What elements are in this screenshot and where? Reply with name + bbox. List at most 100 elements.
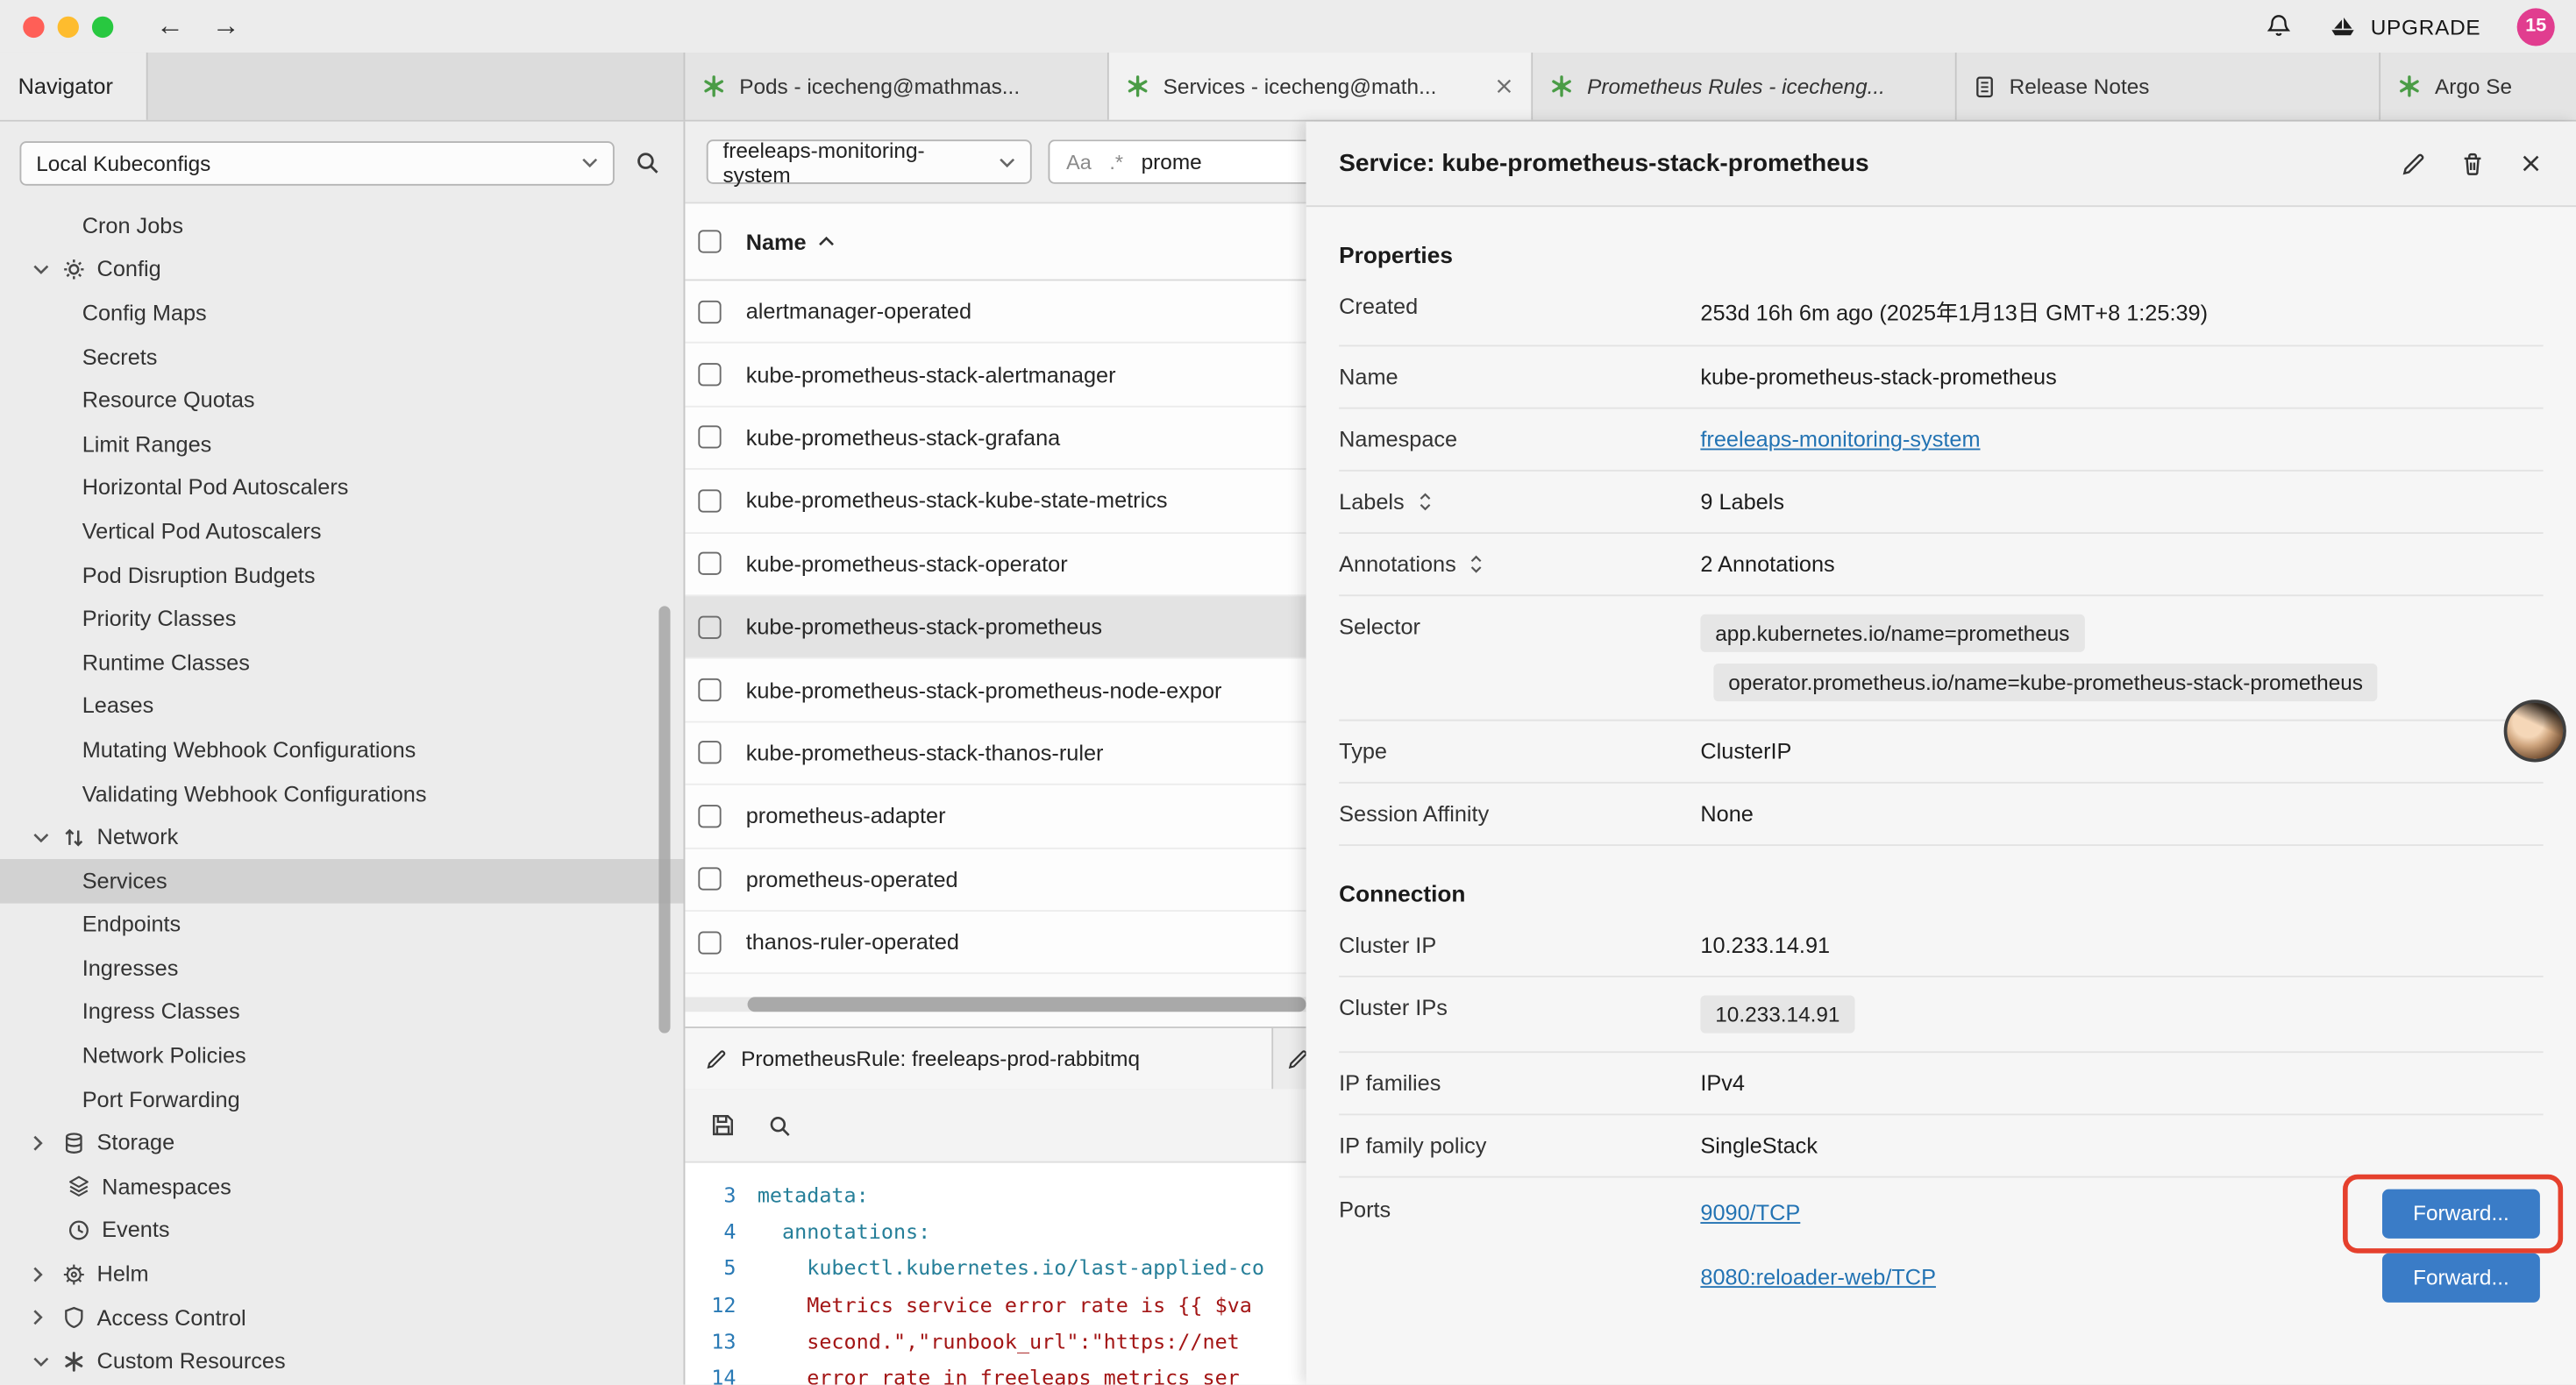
row-checkbox[interactable] xyxy=(698,678,721,701)
sidebar-item-ingresses[interactable]: Ingresses xyxy=(0,946,684,990)
notifications-bell-icon[interactable] xyxy=(2266,13,2292,39)
sidebar-item-cron-jobs[interactable]: Cron Jobs xyxy=(0,203,684,247)
chevron-down-icon[interactable] xyxy=(32,264,51,273)
port-link[interactable]: 9090/TCP xyxy=(1700,1201,1800,1225)
row-checkbox[interactable] xyxy=(698,742,721,764)
row-checkbox[interactable] xyxy=(698,489,721,512)
table-row[interactable]: kube-prometheus-stack-prometheus xyxy=(685,596,1306,659)
tab-pods-icecheng-mathmas[interactable]: Pods - icecheng@mathmas... xyxy=(685,53,1108,120)
sidebar-item-storage[interactable]: Storage xyxy=(0,1121,684,1165)
table-row[interactable]: thanos-ruler-operated xyxy=(685,912,1306,975)
port-link[interactable]: 8080:reloader-web/TCP xyxy=(1700,1265,1936,1289)
list-search-input[interactable]: Aa .* prome xyxy=(1048,139,1306,184)
kubeconfig-selector[interactable]: Local Kubeconfigs xyxy=(19,140,614,185)
namespace-filter[interactable]: freeleaps-monitoring-system xyxy=(707,139,1032,184)
navigator-panel-tab[interactable]: Navigator xyxy=(0,53,148,120)
column-header-name[interactable]: Name xyxy=(746,229,835,253)
dock-tab-prometheusrule[interactable]: PrometheusRule: freeleaps-prod-rabbitmq xyxy=(685,1028,1273,1089)
sidebar-item-namespaces[interactable]: Namespaces xyxy=(0,1165,684,1209)
sidebar-item-priority-classes[interactable]: Priority Classes xyxy=(0,597,684,641)
table-row[interactable]: kube-prometheus-stack-operator xyxy=(685,533,1306,596)
sidebar-item-leases[interactable]: Leases xyxy=(0,684,684,728)
select-all-checkbox[interactable] xyxy=(698,230,721,252)
sidebar-item-vertical-pod-autoscalers[interactable]: Vertical Pod Autoscalers xyxy=(0,509,684,553)
chevron-right-icon[interactable] xyxy=(32,1266,51,1282)
table-row[interactable]: prometheus-adapter xyxy=(685,785,1306,849)
sidebar-item-events[interactable]: Events xyxy=(0,1208,684,1252)
row-checkbox[interactable] xyxy=(698,363,721,386)
row-checkbox[interactable] xyxy=(698,868,721,891)
forward-button[interactable]: → xyxy=(212,10,240,42)
row-checkbox[interactable] xyxy=(698,805,721,827)
editor-line: 3metadata: xyxy=(685,1176,1306,1213)
sidebar-item-resource-quotas[interactable]: Resource Quotas xyxy=(0,379,684,423)
chevron-right-icon[interactable] xyxy=(32,1134,51,1151)
tab-services-icecheng-math[interactable]: Services - icecheng@math... xyxy=(1109,53,1533,120)
tab-release-notes[interactable]: Release Notes xyxy=(1957,53,2380,120)
chevron-down-icon xyxy=(581,158,598,167)
row-checkbox[interactable] xyxy=(698,931,721,954)
expand-toggle-icon[interactable] xyxy=(1469,553,1484,574)
tab-close-icon[interactable] xyxy=(1493,75,1514,96)
sidebar-item-services[interactable]: Services xyxy=(0,859,684,903)
row-checkbox[interactable] xyxy=(698,426,721,449)
table-row[interactable]: prometheus-operated xyxy=(685,849,1306,912)
avatar[interactable] xyxy=(2504,700,2566,762)
table-row[interactable]: kube-prometheus-stack-kube-state-metrics xyxy=(685,470,1306,533)
sidebar-item-definitions[interactable]: Definitions xyxy=(0,1383,684,1385)
tab-argo-se[interactable]: Argo Se xyxy=(2380,53,2576,120)
navigator-scrollbar[interactable] xyxy=(658,606,670,1033)
upgrade-button[interactable]: UPGRADE xyxy=(2328,14,2480,39)
row-checkbox[interactable] xyxy=(698,300,721,323)
sidebar-item-limit-ranges[interactable]: Limit Ranges xyxy=(0,423,684,466)
forward-button[interactable]: Forward... xyxy=(2382,1189,2540,1238)
sidebar-item-pod-disruption-budgets[interactable]: Pod Disruption Budgets xyxy=(0,553,684,597)
match-case-toggle[interactable]: Aa xyxy=(1066,150,1092,173)
window-zoom-button[interactable] xyxy=(92,16,113,37)
sidebar-item-config-maps[interactable]: Config Maps xyxy=(0,291,684,335)
table-row[interactable]: kube-prometheus-stack-prometheus-node-ex… xyxy=(685,659,1306,722)
sidebar-item-runtime-classes[interactable]: Runtime Classes xyxy=(0,641,684,685)
table-row[interactable]: kube-prometheus-stack-alertmanager xyxy=(685,344,1306,407)
yaml-editor[interactable]: 3metadata:4 annotations:5 kubectl.kubern… xyxy=(685,1163,1306,1385)
window-close-button[interactable] xyxy=(23,16,44,37)
chevron-down-icon[interactable] xyxy=(32,832,51,842)
chevron-down-icon[interactable] xyxy=(32,1356,51,1366)
notification-count-badge[interactable]: 15 xyxy=(2517,7,2555,45)
table-row[interactable]: kube-prometheus-stack-thanos-ruler xyxy=(685,722,1306,785)
sidebar-item-horizontal-pod-autoscalers[interactable]: Horizontal Pod Autoscalers xyxy=(0,465,684,509)
tab-prometheus-rules-icecheng[interactable]: Prometheus Rules - icecheng... xyxy=(1533,53,1956,120)
window-minimize-button[interactable] xyxy=(58,16,79,37)
expand-toggle-icon[interactable] xyxy=(1418,491,1433,512)
sidebar-item-custom-resources[interactable]: Custom Resources xyxy=(0,1339,684,1383)
row-checkbox[interactable] xyxy=(698,615,721,638)
sidebar-item-mutating-webhook-configurations[interactable]: Mutating Webhook Configurations xyxy=(0,728,684,771)
navigator-search-icon[interactable] xyxy=(634,150,660,176)
sidebar-item-ingress-classes[interactable]: Ingress Classes xyxy=(0,990,684,1033)
dock-tab-next[interactable] xyxy=(1273,1028,1306,1089)
sidebar-item-network[interactable]: Network xyxy=(0,815,684,859)
trash-icon[interactable] xyxy=(2459,150,2486,176)
editor-search-icon[interactable] xyxy=(767,1112,792,1137)
sidebar-item-port-forwarding[interactable]: Port Forwarding xyxy=(0,1077,684,1121)
sidebar-item-access-control[interactable]: Access Control xyxy=(0,1296,684,1339)
save-icon[interactable] xyxy=(709,1112,736,1139)
sidebar-item-secrets[interactable]: Secrets xyxy=(0,335,684,379)
row-checkbox[interactable] xyxy=(698,552,721,575)
sidebar-item-validating-webhook-configurations[interactable]: Validating Webhook Configurations xyxy=(0,771,684,815)
forward-button[interactable]: Forward... xyxy=(2382,1253,2540,1302)
sidebar-item-config[interactable]: Config xyxy=(0,247,684,291)
table-row[interactable]: alertmanager-operated xyxy=(685,281,1306,344)
horizontal-scrollbar[interactable] xyxy=(685,998,1306,1012)
sidebar-item-endpoints[interactable]: Endpoints xyxy=(0,903,684,947)
namespace-link[interactable]: freeleaps-monitoring-system xyxy=(1700,427,1980,451)
regex-toggle[interactable]: .* xyxy=(1109,150,1123,173)
chevron-right-icon[interactable] xyxy=(32,1310,51,1326)
close-icon[interactable] xyxy=(2519,151,2544,175)
edit-pencil-icon[interactable] xyxy=(2401,150,2427,176)
sidebar-item-helm[interactable]: Helm xyxy=(0,1252,684,1296)
table-row[interactable]: kube-prometheus-stack-grafana xyxy=(685,407,1306,470)
scrollbar-thumb[interactable] xyxy=(748,998,1306,1012)
sidebar-item-network-policies[interactable]: Network Policies xyxy=(0,1033,684,1077)
back-button[interactable]: ← xyxy=(156,10,184,42)
